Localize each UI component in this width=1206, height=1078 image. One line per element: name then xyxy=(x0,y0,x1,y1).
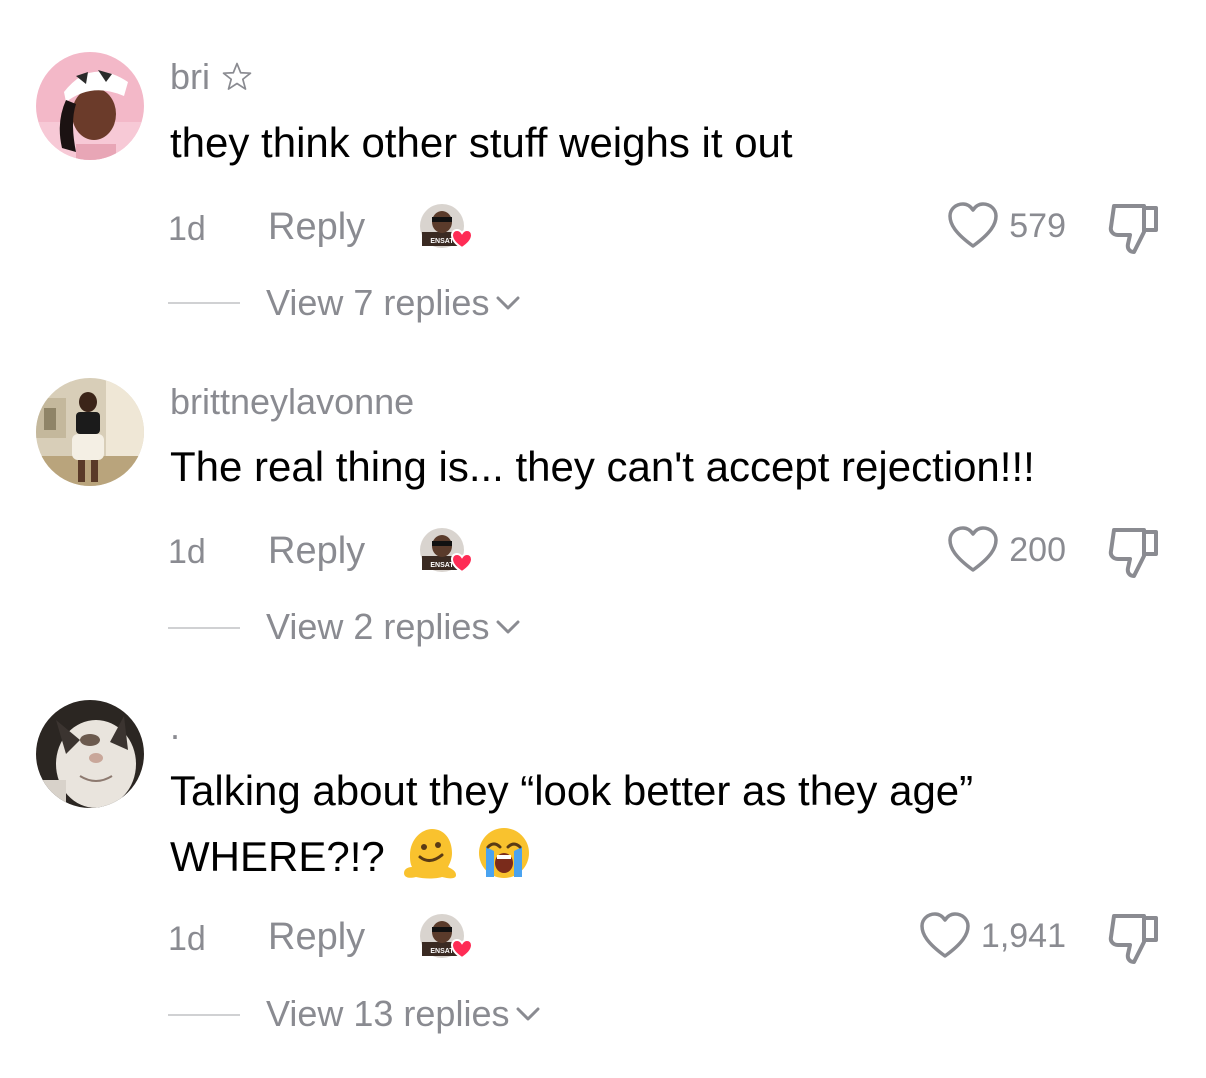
comment-time: 1d xyxy=(168,533,206,571)
view-replies-label: View 2 replies xyxy=(266,606,490,647)
replies-divider xyxy=(168,627,240,629)
like-count: 579 xyxy=(1009,206,1066,245)
username[interactable]: . xyxy=(170,706,180,748)
chevron-down-icon xyxy=(493,293,523,313)
username[interactable]: bri xyxy=(170,56,254,98)
comment-text: Talking about they “look better as they … xyxy=(170,758,1170,890)
replies-divider xyxy=(168,302,240,304)
view-replies-label: View 7 replies xyxy=(266,282,490,323)
avatar[interactable] xyxy=(36,700,144,808)
creator-badge-text: ENSAT xyxy=(430,948,454,955)
like-count: 200 xyxy=(1009,530,1066,569)
creator-badge-text: ENSAT xyxy=(430,562,454,569)
reply-button[interactable]: Reply xyxy=(268,206,365,249)
reply-button[interactable]: Reply xyxy=(268,530,365,573)
view-replies-button[interactable]: View 13 replies xyxy=(266,993,543,1035)
like-count: 1,941 xyxy=(980,916,1066,955)
heart-outline-icon xyxy=(947,526,999,574)
comment-text: they think other stuff weighs it out xyxy=(170,119,793,166)
heart-outline-icon xyxy=(947,202,999,250)
melting-face-emoji xyxy=(402,825,458,881)
comment-text-line: WHERE?!? xyxy=(170,824,1170,890)
thumbs-down-icon[interactable] xyxy=(1104,912,1162,966)
username[interactable]: brittneylavonne xyxy=(170,381,414,423)
comment-text: The real thing is... they can't accept r… xyxy=(170,443,1035,490)
like-button[interactable]: 200 xyxy=(947,526,1066,574)
comment-text-line2: WHERE?!? xyxy=(170,833,385,880)
creator-badge-text: ENSAT xyxy=(430,238,454,245)
view-replies-label: View 13 replies xyxy=(266,993,510,1034)
creator-liked-badge: ENSAT xyxy=(418,526,476,576)
username-label: bri xyxy=(170,56,211,97)
like-button[interactable]: 1,941 xyxy=(919,912,1066,960)
comment-text-line: Talking about they “look better as they … xyxy=(170,767,974,814)
star-outline-icon xyxy=(220,60,254,94)
thumbs-down-icon[interactable] xyxy=(1104,526,1162,580)
reply-button[interactable]: Reply xyxy=(268,916,365,959)
view-replies-button[interactable]: View 2 replies xyxy=(266,606,523,648)
loudly-crying-face-emoji xyxy=(476,825,532,881)
comment-time: 1d xyxy=(168,210,206,248)
comment-time: 1d xyxy=(168,920,206,958)
avatar[interactable] xyxy=(36,378,144,486)
chevron-down-icon xyxy=(513,1004,543,1024)
replies-divider xyxy=(168,1014,240,1016)
avatar[interactable] xyxy=(36,52,144,160)
username-label: . xyxy=(170,706,181,747)
creator-liked-badge: ENSAT xyxy=(418,202,476,252)
view-replies-button[interactable]: View 7 replies xyxy=(266,282,523,324)
like-button[interactable]: 579 xyxy=(947,202,1066,250)
heart-outline-icon xyxy=(919,912,971,960)
creator-liked-badge: ENSAT xyxy=(418,912,476,962)
username-label: brittneylavonne xyxy=(170,381,415,422)
thumbs-down-icon[interactable] xyxy=(1104,202,1162,256)
chevron-down-icon xyxy=(493,617,523,637)
